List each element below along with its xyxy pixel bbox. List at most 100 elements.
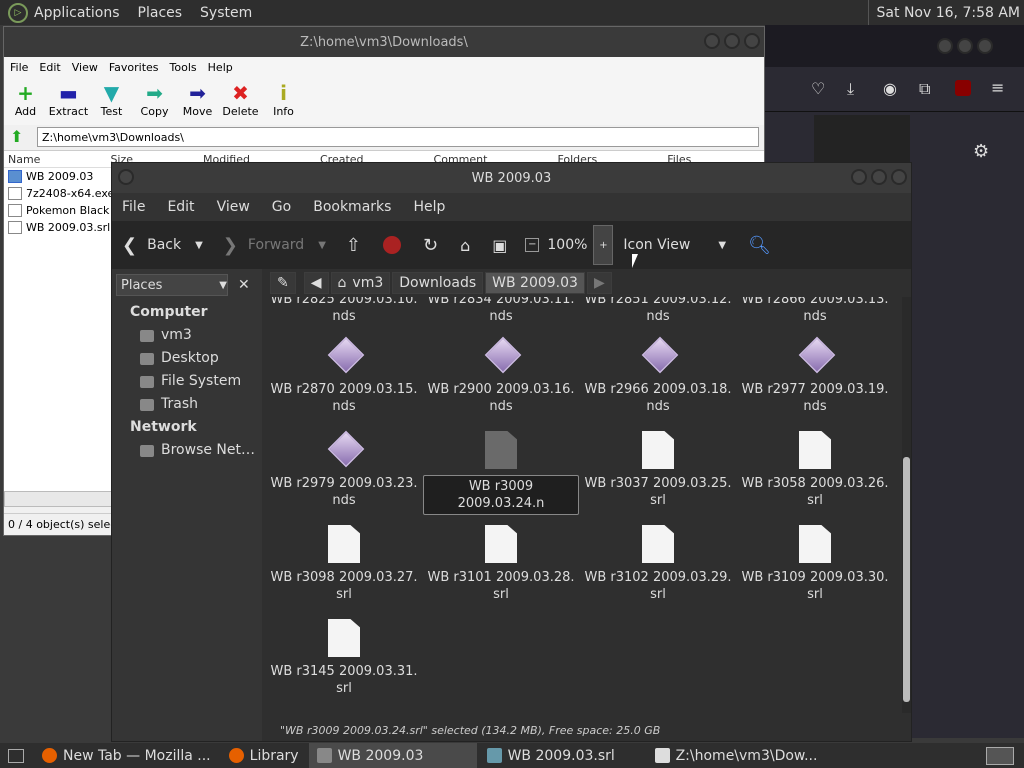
computer-button[interactable]: ▣ [492,236,507,255]
close-icon[interactable] [891,169,907,185]
applications-menu[interactable]: Applications [34,5,120,21]
sidebar-item-vm3[interactable]: vm3 [112,324,262,347]
close-sidebar-icon[interactable]: ✕ [238,277,250,293]
file-item[interactable]: WB r3058 2009.03.26. srl [737,431,893,509]
sidebar-item-desktop[interactable]: Desktop [112,347,262,370]
file-item[interactable]: WB r3145 2009.03.31. srl [266,619,422,697]
breadcrumb-downloads[interactable]: Downloads [392,272,484,294]
minimize-icon[interactable] [850,169,867,185]
file-item[interactable]: WB r2977 2009.03.19. nds [737,336,893,415]
sidebar-item-browse-network[interactable]: Browse Net… [112,439,262,462]
info-button[interactable]: i Info [262,77,305,125]
system-menu[interactable]: System [200,5,252,21]
ublock-icon[interactable] [955,80,971,96]
sidebar-item-trash[interactable]: Trash [112,393,262,416]
breadcrumb-left-button[interactable]: ◀ [303,272,329,294]
file-item[interactable]: WB r2966 2009.03.18. nds [580,336,736,415]
minimize-icon[interactable] [937,38,953,54]
places-dropdown[interactable]: Places ▼ [116,274,228,296]
file-item[interactable]: WB r3037 2009.03.25. srl [580,431,736,509]
column-name[interactable]: Name [8,153,40,166]
back-button[interactable]: ❮ Back ▼ [122,235,203,256]
menu-favorites[interactable]: Favorites [109,61,159,74]
menu-edit[interactable]: Edit [39,61,60,74]
file-item[interactable]: WB r3009 2009.03.24.n [423,431,579,515]
up-folder-icon[interactable]: ⬆ [10,127,23,146]
extract-button[interactable]: ▬ Extract [47,77,90,125]
account-icon[interactable]: ◉ [883,79,897,98]
maximize-icon[interactable] [870,169,887,185]
file-item[interactable]: WB r3102 2009.03.29. srl [580,525,736,603]
file-item[interactable]: WB r3109 2009.03.30. srl [737,525,893,603]
move-button[interactable]: ➡ Move [176,77,219,125]
menu-help[interactable]: Help [208,61,233,74]
zoom-out-button[interactable]: − [525,238,540,252]
file-icon [8,204,22,217]
rename-field[interactable]: WB r3009 2009.03.24.n [423,475,579,515]
file-item[interactable]: WB r2866 2009.03.13. nds [737,297,893,325]
delete-button[interactable]: ✖ Delete [219,77,262,125]
close-icon[interactable] [977,38,994,54]
file-name-line: srl [807,493,823,508]
clock[interactable]: Sat Nov 16, 7:58 AM [867,0,1024,25]
workspace-switcher[interactable] [978,743,1022,768]
taskbar-item-wb-folder[interactable]: WB 2009.03 [308,743,477,768]
forward-button[interactable]: ❯ Forward ▼ [223,235,326,256]
menu-file[interactable]: File [122,199,145,215]
settings-gear-icon[interactable]: ⚙ [973,141,989,162]
menu-tools[interactable]: Tools [170,61,197,74]
hamburger-menu-icon[interactable]: ≡ [991,78,1004,97]
test-button[interactable]: ▼ Test [90,77,133,125]
file-item[interactable]: WB r2900 2009.03.16. nds [423,336,579,415]
file-item[interactable]: WB r2870 2009.03.15. nds [266,336,422,415]
file-name-line: srl [493,587,509,602]
vertical-scrollbar[interactable] [902,297,911,713]
menu-edit[interactable]: Edit [167,199,194,215]
breadcrumb-right-button[interactable]: ▶ [586,272,612,294]
file-item[interactable]: WB r3101 2009.03.28. srl [423,525,579,603]
up-button[interactable]: ⇧ [346,235,361,256]
breadcrumb-vm3[interactable]: ⌂ vm3 [330,272,391,294]
menu-help[interactable]: Help [413,199,445,215]
reload-button[interactable]: ↻ [423,235,438,256]
edit-location-button[interactable]: ✎ [270,272,296,294]
menu-bookmarks[interactable]: Bookmarks [313,199,391,215]
breadcrumb-current[interactable]: WB 2009.03 [485,272,585,294]
extensions-icon[interactable]: ⧉ [919,79,930,99]
sidebar-item-file-system[interactable]: File System [112,370,262,393]
taskbar-item-library[interactable]: Library [221,743,307,768]
zoom-in-button[interactable]: + [593,225,614,265]
file-name-line: srl [807,587,823,602]
window-menu-icon[interactable] [118,169,134,185]
places-menu[interactable]: Places [138,5,183,21]
file-item[interactable]: WB r2979 2009.03.23. nds [266,430,422,509]
file-item[interactable]: WB r2834 2009.03.11. nds [423,297,579,325]
add-button[interactable]: + Add [4,77,47,125]
file-label: WB r3098 2009.03.27. srl [266,569,422,603]
gnome-foot-icon[interactable]: ▷ [8,2,28,23]
menu-view[interactable]: View [217,199,250,215]
file-item[interactable]: WB r3098 2009.03.27. srl [266,525,422,603]
copy-button[interactable]: ➡ Copy [133,77,176,125]
view-selector[interactable]: Icon View ▼ [623,237,726,253]
stop-button[interactable] [383,236,401,254]
menu-view[interactable]: View [72,61,98,74]
taskbar-item-7zip[interactable]: Z:\home\vm3\Dow... [647,743,826,768]
file-item[interactable]: WB r2851 2009.03.12. nds [580,297,736,325]
taskbar-item-wb-srl[interactable]: WB 2009.03.srl [479,743,645,768]
address-field[interactable]: Z:\home\vm3\Downloads\ [37,127,759,147]
home-button[interactable]: ⌂ [460,236,470,255]
file-item[interactable]: WB r2825 2009.03.10. nds [266,297,422,325]
menu-go[interactable]: Go [272,199,291,215]
download-icon[interactable]: ⤓ [847,79,854,99]
scrollbar-thumb[interactable] [903,457,910,702]
firefox-toolbar: ♡ ⤓ ◉ ⧉ ≡ [765,67,1024,112]
maximize-icon[interactable] [957,38,974,54]
search-button[interactable]: 🔍︎ [748,235,771,256]
pocket-icon[interactable]: ♡ [811,79,825,98]
file-name-line: 2009.03.24.n [457,496,545,511]
taskbar-item-firefox-newtab[interactable]: New Tab — Mozilla ... [34,743,219,768]
horizontal-scrollbar[interactable] [4,491,112,507]
menu-file[interactable]: File [10,61,28,74]
show-desktop-button[interactable] [0,743,32,768]
